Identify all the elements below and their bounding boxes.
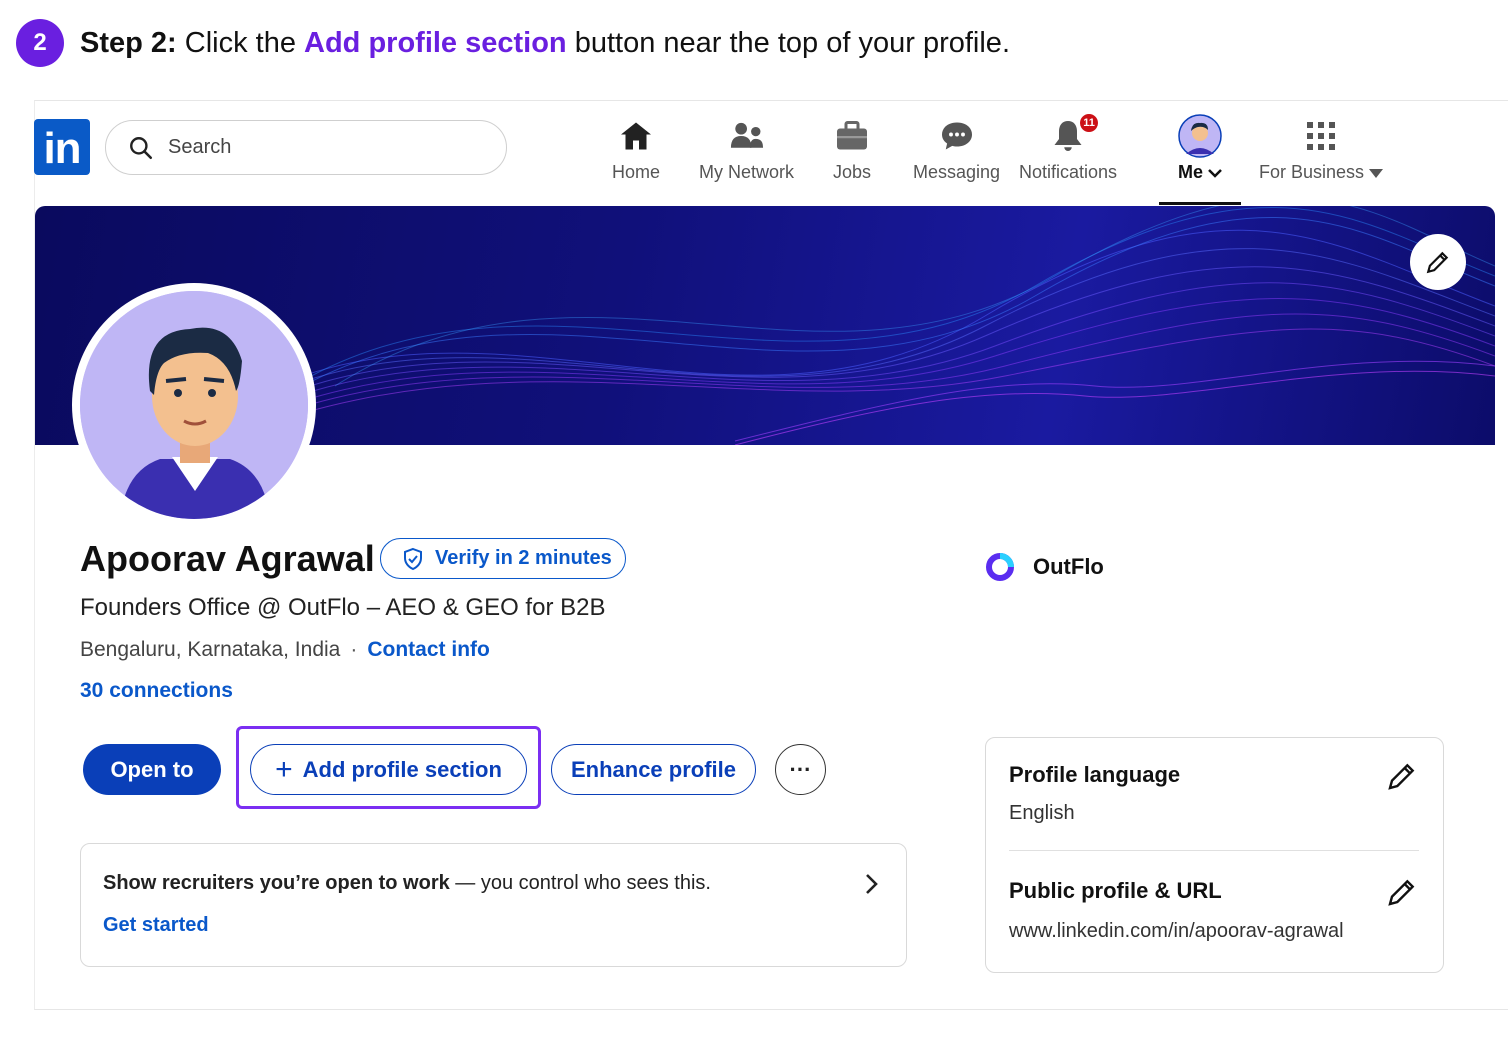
nav-jobs-label: Jobs — [833, 162, 872, 182]
open-to-work-card[interactable]: Show recruiters you’re open to work — yo… — [80, 843, 907, 967]
search-input[interactable] — [168, 136, 468, 159]
profile-photo[interactable] — [72, 283, 316, 527]
profile-settings-card: Profile language English Public profile … — [985, 737, 1444, 973]
step-prefix: Step 2: — [80, 26, 177, 59]
step-text-after: button near the top of your profile. — [566, 26, 1010, 59]
search-icon — [130, 136, 153, 159]
edit-language-pencil-icon[interactable] — [1386, 760, 1418, 792]
enhance-profile-button[interactable]: Enhance profile — [551, 744, 756, 795]
company-entry[interactable]: OutFlo — [985, 552, 1104, 582]
outflo-logo-icon — [986, 553, 1014, 581]
contact-info-link[interactable]: Contact info — [367, 638, 489, 661]
nav-for-business[interactable]: For Business — [1259, 114, 1384, 183]
profile-location: Bengaluru, Karnataka, India — [80, 638, 341, 661]
caret-down-icon — [1369, 168, 1384, 178]
profile-headline: Founders Office @ OutFlo – AEO & GEO for… — [80, 594, 606, 621]
connections-link[interactable]: 30 connections — [80, 679, 233, 703]
plus-icon: + — [275, 752, 293, 786]
profile-language-title: Profile language — [1009, 762, 1181, 787]
briefcase-icon — [837, 121, 868, 150]
card-divider — [1009, 850, 1419, 851]
avatar-illustration — [80, 291, 308, 519]
message-icon — [941, 122, 972, 150]
add-profile-section-label: Add profile section — [302, 756, 502, 782]
network-icon — [730, 122, 763, 148]
notification-count-badge: 11 — [1078, 112, 1101, 134]
linkedin-logo[interactable]: in — [34, 119, 90, 175]
separator-dot: · — [350, 638, 358, 661]
home-icon — [621, 122, 651, 150]
search-box[interactable] — [105, 120, 507, 175]
public-profile-url-value: www.linkedin.com/in/apoorav-agrawal — [1009, 920, 1344, 942]
nav-jobs[interactable]: Jobs — [833, 114, 871, 183]
edit-banner-button[interactable] — [1410, 234, 1466, 290]
company-name: OutFlo — [1033, 554, 1104, 579]
verify-label: Verify in 2 minutes — [435, 547, 612, 569]
nav-notifications-label: Notifications — [1019, 162, 1118, 182]
nav-my-network-label: My Network — [699, 162, 795, 182]
chevron-right-icon[interactable] — [861, 872, 881, 896]
step-instruction: Step 2: Click the Add profile section bu… — [80, 27, 1010, 60]
profile-location-row: Bengaluru, Karnataka, India · Contact info — [80, 638, 490, 662]
verify-button[interactable]: Verify in 2 minutes — [380, 538, 626, 579]
nav-notifications[interactable]: 11 Notifications — [1019, 112, 1118, 183]
edit-url-pencil-icon[interactable] — [1386, 876, 1418, 908]
profile-language-value: English — [1009, 802, 1075, 824]
nav-home[interactable]: Home — [612, 114, 660, 183]
ellipsis-icon: ··· — [789, 756, 812, 782]
add-profile-section-button[interactable]: + Add profile section — [250, 744, 527, 795]
chevron-down-icon — [1208, 169, 1222, 179]
pencil-icon — [1426, 251, 1449, 274]
nav-active-indicator — [1159, 202, 1241, 205]
nav-me-label: Me — [1178, 162, 1222, 183]
nav-me[interactable]: Me — [1178, 114, 1222, 183]
open-to-button[interactable]: Open to — [83, 744, 221, 795]
nav-messaging-label: Messaging — [913, 162, 1001, 182]
grid-icon — [1307, 122, 1336, 150]
shield-check-icon — [404, 547, 422, 570]
me-avatar-icon — [1178, 114, 1222, 158]
step-highlight: Add profile section — [304, 26, 567, 59]
public-profile-url-title: Public profile & URL — [1009, 878, 1222, 903]
step-text-before: Click the — [176, 26, 305, 59]
step-header: 2 Step 2: Click the Add profile section … — [16, 19, 1010, 67]
open-to-work-text: Show recruiters you’re open to work — yo… — [103, 872, 711, 894]
nav-for-business-label: For Business — [1259, 162, 1384, 183]
nav-messaging[interactable]: Messaging — [913, 114, 1000, 183]
nav-home-label: Home — [612, 162, 661, 182]
more-options-button[interactable]: ··· — [775, 744, 826, 795]
profile-name: Apoorav Agrawal — [80, 538, 375, 579]
step-number-badge: 2 — [16, 19, 64, 67]
nav-my-network[interactable]: My Network — [699, 114, 794, 183]
get-started-link[interactable]: Get started — [103, 914, 209, 937]
